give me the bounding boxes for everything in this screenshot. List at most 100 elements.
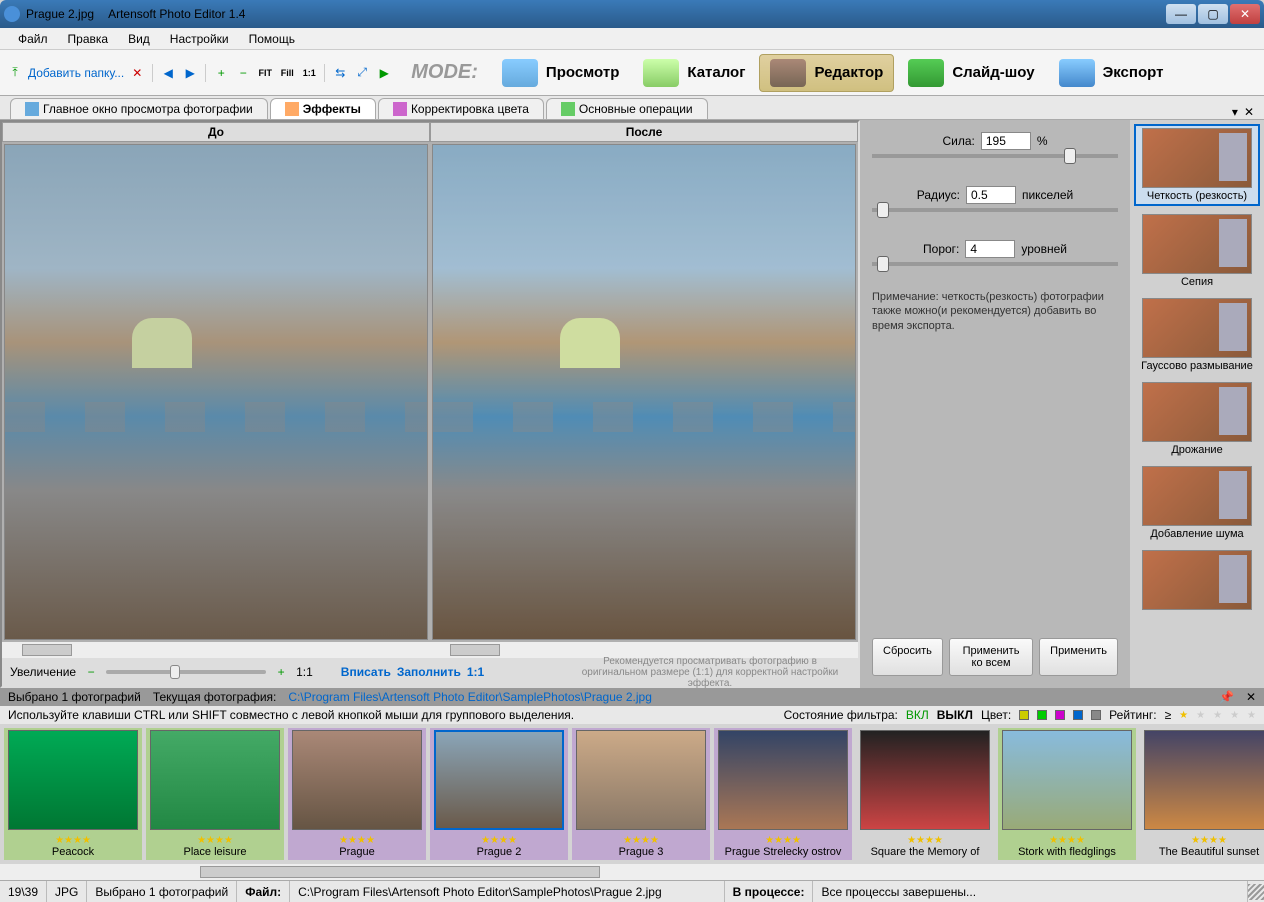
effect-item[interactable]: Четкость (резкость): [1134, 124, 1260, 206]
color-swatch-5[interactable]: [1091, 710, 1101, 720]
next-icon[interactable]: ▶: [181, 64, 199, 82]
threshold-input[interactable]: [965, 240, 1015, 258]
delete-icon[interactable]: ✕: [128, 64, 146, 82]
film-item[interactable]: ★★★★The Beautiful sunset: [1140, 728, 1264, 860]
maximize-button[interactable]: ▢: [1198, 4, 1228, 24]
threshold-slider[interactable]: [872, 262, 1118, 266]
effect-item[interactable]: Гауссово размывание: [1134, 296, 1260, 374]
strength-input[interactable]: [981, 132, 1031, 150]
oneone-button[interactable]: 1:1: [300, 64, 318, 82]
radius-input[interactable]: [966, 186, 1016, 204]
filmstrip-close-icon[interactable]: ✕: [1246, 690, 1256, 704]
menu-file[interactable]: Файл: [8, 30, 58, 48]
film-item[interactable]: ★★★★Square the Memory of: [856, 728, 994, 860]
zoom-plus-icon[interactable]: +: [272, 663, 290, 681]
before-scrollbar[interactable]: [2, 642, 430, 658]
apply-button[interactable]: Применить: [1039, 638, 1118, 676]
zoom-in-icon[interactable]: +: [212, 64, 230, 82]
mode-editor[interactable]: Редактор: [759, 54, 894, 92]
film-thumb: [8, 730, 138, 830]
tabs-close-icon[interactable]: ✕: [1244, 105, 1254, 119]
close-button[interactable]: ✕: [1230, 4, 1260, 24]
rating-star-2[interactable]: ★: [1196, 710, 1205, 721]
tool-icon-2[interactable]: ⤢: [353, 64, 371, 82]
color-swatch-4[interactable]: [1073, 710, 1083, 720]
film-thumb: [718, 730, 848, 830]
film-item[interactable]: ★★★★Prague 3: [572, 728, 710, 860]
effect-item[interactable]: Дрожание: [1134, 380, 1260, 458]
fill-button[interactable]: Fill: [278, 64, 296, 82]
color-swatch-2[interactable]: [1037, 710, 1047, 720]
film-item[interactable]: ★★★★Stork with fledglings: [998, 728, 1136, 860]
minimize-button[interactable]: —: [1166, 4, 1196, 24]
color-swatch-1[interactable]: [1019, 710, 1029, 720]
filmstrip-header: Выбрано 1 фотографий Текущая фотография:…: [0, 688, 1264, 706]
fit-button[interactable]: FIT: [256, 64, 274, 82]
zoom-out-icon[interactable]: −: [234, 64, 252, 82]
film-item[interactable]: ★★★★Prague 2: [430, 728, 568, 860]
mode-catalog-label: Каталог: [687, 64, 745, 81]
tab-basic-ops[interactable]: Основные операции: [546, 98, 708, 119]
mode-view[interactable]: Просмотр: [492, 55, 629, 91]
filmstrip[interactable]: ★★★★Peacock★★★★Place leisure★★★★Prague★★…: [0, 724, 1264, 864]
film-thumb: [434, 730, 564, 830]
mode-slideshow[interactable]: Слайд-шоу: [898, 55, 1044, 91]
status-process-text: Все процессы завершены...: [813, 881, 1248, 902]
prev-icon[interactable]: ◀: [159, 64, 177, 82]
mode-catalog[interactable]: Каталог: [633, 55, 755, 91]
tab-effects[interactable]: Эффекты: [270, 98, 376, 119]
rating-star-5[interactable]: ★: [1247, 710, 1256, 721]
film-item[interactable]: ★★★★Prague Strelecky ostrov: [714, 728, 852, 860]
zoom-minus-icon[interactable]: −: [82, 663, 100, 681]
rating-star-1[interactable]: ★: [1179, 710, 1188, 721]
menu-edit[interactable]: Правка: [58, 30, 119, 48]
tab-color-correction[interactable]: Корректировка цвета: [378, 98, 544, 119]
film-item[interactable]: ★★★★Place leisure: [146, 728, 284, 860]
mode-label: MODE:: [411, 61, 478, 84]
before-image[interactable]: [4, 144, 428, 640]
tab-effects-label: Эффекты: [303, 102, 361, 116]
effect-item[interactable]: Сепия: [1134, 212, 1260, 290]
add-folder-icon[interactable]: ⤒: [6, 64, 24, 82]
rating-star-4[interactable]: ★: [1230, 710, 1239, 721]
effect-item[interactable]: Добавление шума: [1134, 464, 1260, 542]
effects-panel[interactable]: Четкость (резкость)СепияГауссово размыва…: [1130, 120, 1264, 688]
rating-star-3[interactable]: ★: [1213, 710, 1222, 721]
pin-icon[interactable]: 📌: [1219, 690, 1234, 704]
effect-label: Добавление шума: [1136, 528, 1258, 540]
resize-grip[interactable]: [1248, 884, 1264, 900]
zoom-oneone2[interactable]: 1:1: [467, 665, 484, 679]
effect-thumb: [1142, 466, 1252, 526]
tab-main-preview[interactable]: Главное окно просмотра фотографии: [10, 98, 268, 119]
color-swatch-3[interactable]: [1055, 710, 1065, 720]
filter-on[interactable]: ВКЛ: [906, 708, 929, 722]
filter-off[interactable]: ВЫКЛ: [937, 708, 973, 722]
mode-export-label: Экспорт: [1103, 64, 1164, 81]
film-label: Stork with fledglings: [1018, 846, 1116, 858]
zoom-slider[interactable]: [106, 670, 266, 674]
zoom-oneone[interactable]: 1:1: [296, 665, 313, 679]
menu-help[interactable]: Помощь: [239, 30, 305, 48]
play-icon[interactable]: ▶: [375, 64, 393, 82]
zoom-fill[interactable]: Заполнить: [397, 665, 461, 679]
filmstrip-scrollbar[interactable]: [0, 864, 1264, 880]
film-label: Prague Strelecky ostrov: [725, 846, 842, 858]
add-folder-button[interactable]: Добавить папку...: [28, 66, 124, 80]
radius-slider[interactable]: [872, 208, 1118, 212]
film-label: Square the Memory of: [871, 846, 980, 858]
menu-settings[interactable]: Настройки: [160, 30, 239, 48]
film-thumb: [1002, 730, 1132, 830]
tool-icon-1[interactable]: ⇆: [331, 64, 349, 82]
mode-slideshow-label: Слайд-шоу: [952, 64, 1034, 81]
apply-all-button[interactable]: Применить ко всем: [949, 638, 1033, 676]
film-item[interactable]: ★★★★Prague: [288, 728, 426, 860]
after-image[interactable]: [432, 144, 856, 640]
tabs-menu-icon[interactable]: ▾: [1232, 105, 1238, 119]
film-item[interactable]: ★★★★Peacock: [4, 728, 142, 860]
reset-button[interactable]: Сбросить: [872, 638, 943, 676]
before-header: До: [2, 122, 430, 142]
zoom-fit[interactable]: Вписать: [341, 665, 391, 679]
menu-view[interactable]: Вид: [118, 30, 160, 48]
strength-slider[interactable]: [872, 154, 1118, 158]
mode-export[interactable]: Экспорт: [1049, 55, 1174, 91]
